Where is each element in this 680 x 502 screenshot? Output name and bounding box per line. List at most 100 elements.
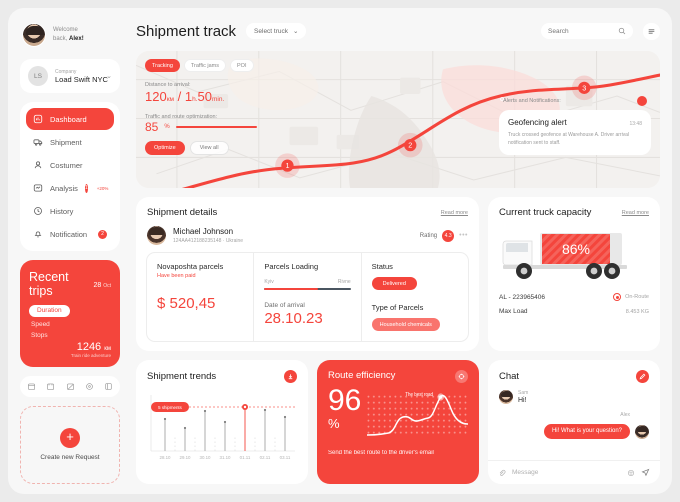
recent-trips-header: Recent trips 28 Oct [29,270,111,299]
company-initials: LS [28,66,48,86]
select-truck-label: Select truck [254,27,289,35]
truck-capacity-card: Current truck capacity Read more 86% AL … [488,197,660,351]
alert-indicator-icon[interactable] [500,96,647,106]
dashboard-icon [33,114,43,124]
driver-avatar [147,226,166,245]
user-avatar[interactable] [22,23,46,47]
trips-distance: 1246 км [76,340,111,353]
welcome-line-2: back, Alex! [53,36,84,42]
truck-svg: 86% [502,233,627,279]
route-efficiency-unit: % [328,415,340,431]
search-box[interactable] [541,23,633,39]
truck-illustration: 86% [498,224,650,286]
alerts-label: Alerts and Notifications: [503,98,561,104]
map-marker-1: 1 [275,153,300,178]
target-icon[interactable] [455,370,468,383]
pane-loading: Parcels Loading Kyiv Rivne Date of arriv… [253,253,360,341]
welcome-line-1: Welcome [53,27,78,34]
trends-x-labels: 28.10 29.10 30.10 31.10 01.11 02.11 03.11 [160,455,291,460]
sidebar-label-notification: Notification [50,229,88,239]
bell-icon [34,231,42,238]
more-dots-icon[interactable]: ••• [459,232,468,239]
type-label: Type of Parcels [371,303,424,312]
loading-progress-fill [264,288,318,290]
svg-text:29.10: 29.10 [180,455,192,460]
book-icon[interactable] [104,382,113,391]
page-title: Shipment track [136,22,237,40]
alert-card[interactable]: Geofencing alert 13:48 Truck crossed geo… [499,110,651,155]
truck-icon [33,139,43,146]
menu-button[interactable] [643,22,660,40]
driver-name: Michael Johnson [173,227,234,236]
max-load-label: Max Load [499,308,528,315]
sidebar-item-analysis[interactable]: Analysis 1 +20% [26,177,114,199]
trips-option-duration[interactable]: Duration [29,304,70,317]
main-content: Shipment track Select truck ⌄ Search Tra… [130,8,672,494]
chat-avatar-sam [499,390,513,404]
shipment-read-more-link[interactable]: Read more [441,210,468,216]
parcels-title: Novaposhta parcels [157,262,224,271]
svg-text:3: 3 [582,84,586,92]
route-efficiency-header: Route efficiency [328,370,468,383]
chat-text-sam: Hi! [518,397,527,404]
chat-input-row[interactable]: Message [488,460,660,484]
parcels-subtitle: Have been paid [157,273,196,279]
create-new-request-button[interactable]: + Create new Request [20,405,120,484]
truck-status-label: On-Route [625,294,649,300]
search-input[interactable] [548,27,614,35]
status-label: Status [371,262,393,271]
capacity-value: 86% [562,241,590,257]
shipment-details-title: Shipment details [147,207,218,218]
recent-trips-footer: 1246 км Train ride adventure [29,341,111,358]
emoji-icon[interactable] [627,469,635,477]
welcome-text: Welcome back, Alex! [53,26,84,43]
alert-title: Geofencing alert [508,118,567,127]
trends-svg: 28.10 29.10 30.10 31.10 01.11 02.11 03.11 5 s… [150,395,295,460]
sidebar-item-dashboard[interactable]: Dashboard [26,108,114,130]
svg-text:28.10: 28.10 [160,455,172,460]
svg-text:31.10: 31.10 [220,455,232,460]
sidebar-item-shipment[interactable]: Shipment [26,131,114,153]
archive-icon[interactable] [46,382,55,391]
truck-capacity-header: Current truck capacity Read more [488,197,660,218]
route-efficiency-graph: The best road [366,389,469,445]
send-icon[interactable] [641,468,650,477]
shipment-details-card: Shipment details Read more Michael Johns… [136,197,479,351]
sidebar: Welcome back, Alex! LS Company Load Swif… [8,8,130,494]
truck-capacity-title: Current truck capacity [499,207,592,218]
trips-option-speed[interactable]: Speed [29,321,52,328]
app-window: Welcome back, Alex! LS Company Load Swif… [8,8,672,494]
select-truck-dropdown[interactable]: Select truck ⌄ [246,23,307,39]
chat-sender-alex: Alex [620,412,630,418]
truck-footer: AL - 223965406 On-Route Max Load 8.453 K… [488,293,660,315]
attachment-icon[interactable] [498,469,506,477]
truck-maxload-row: Max Load 8.453 KG [499,308,649,315]
chat-message-input[interactable]: Message [512,469,621,476]
chat-avatar-alex [635,424,649,439]
truck-status: On-Route [613,293,649,301]
chat-card: Chat Sam Hi! Alex Hi! What is your quest… [488,360,660,484]
sidebar-item-costumer[interactable]: Costumer [26,154,114,176]
date-label: Date of arrival [264,302,305,309]
sidebar-item-history[interactable]: History [26,200,114,222]
truck-read-more-link[interactable]: Read more [622,210,649,216]
date-value: 28.10.23 [264,310,323,327]
calendar-icon[interactable] [27,382,36,391]
settings-icon[interactable] [85,382,94,391]
driver-rating: Rating 4.3 ••• [420,229,468,242]
chat-message-outgoing: Alex Hi! What is your question? [499,412,649,439]
map-panel[interactable]: Tracking Traffic jams POI Distance to ar… [136,51,660,188]
layers-icon[interactable] [66,382,75,391]
edit-icon[interactable] [636,370,649,383]
trips-subtitle: Train ride adventure [70,352,111,358]
search-icon[interactable] [618,27,626,35]
user-icon [34,161,42,169]
driver-id: 124AA412188235148 · Ukraine [173,238,244,244]
route-status-icon [613,293,622,301]
download-icon[interactable] [284,370,297,383]
chart-icon [33,184,43,192]
trips-option-stops[interactable]: Stops [29,332,50,339]
company-switcher[interactable]: LS Company Load Swift NYC ⌄ [20,59,120,93]
sidebar-item-notification[interactable]: Notification 2 [26,223,114,245]
svg-text:01.11: 01.11 [240,455,251,460]
